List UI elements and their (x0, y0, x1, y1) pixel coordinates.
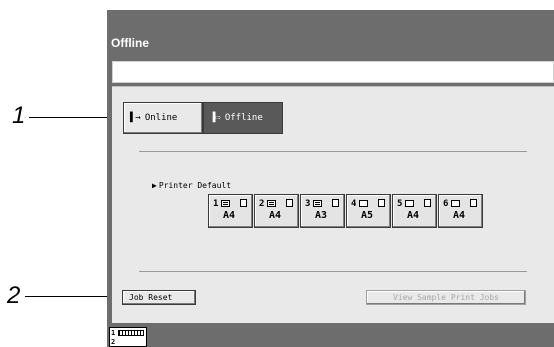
job-reset-button[interactable]: Job Reset (122, 290, 196, 305)
paper-stack-icon (267, 200, 276, 207)
paper-stack-icon (359, 200, 368, 207)
divider-top (139, 151, 527, 152)
paper-stack-icon (405, 200, 414, 207)
tray-status-number-1: 1 (111, 329, 116, 337)
paper-orientation-icon (286, 199, 293, 207)
printer-panel: Offline ▌→ Online ▐⇨ Offline ▶ Printer De… (107, 10, 554, 347)
offline-button[interactable]: ▐⇨ Offline (203, 102, 283, 134)
paper-orientation-icon (470, 199, 477, 207)
tray-size: A3 (315, 210, 328, 221)
tray-buttons: 1 A4 2 A4 3 A3 4 A5 5 A4 6 A4 (208, 194, 483, 228)
tray-size: A4 (269, 210, 282, 221)
paper-stack-icon (313, 200, 322, 207)
online-button[interactable]: ▌→ Online (123, 102, 203, 134)
tray-number: 5 (397, 199, 403, 209)
printer-default-label: Printer Default (158, 181, 232, 190)
tray-number: 1 (213, 199, 219, 209)
tray-size: A4 (407, 210, 420, 221)
offline-icon: ▐⇨ (210, 113, 221, 123)
tray-size: A4 (223, 210, 236, 221)
tray-button-2[interactable]: 2 A4 (254, 194, 299, 228)
online-icon: ▌→ (130, 113, 141, 123)
tray-status-indicator: 1 2 (109, 327, 147, 347)
window-title: Offline (111, 36, 149, 50)
tray-status-number-2: 2 (111, 338, 116, 346)
tray-size: A5 (361, 210, 374, 221)
paper-orientation-icon (332, 199, 339, 207)
status-footer: 1 2 (107, 324, 554, 347)
view-sample-print-jobs-button[interactable]: View Sample Print Jobs (366, 290, 526, 305)
callout-1: 1 (12, 102, 26, 129)
tray-number: 2 (259, 199, 265, 209)
tray-size: A4 (453, 210, 466, 221)
tray-button-6[interactable]: 6 A4 (438, 194, 483, 228)
online-button-label: Online (144, 113, 178, 123)
paper-orientation-icon (240, 199, 247, 207)
offline-button-label: Offline (224, 113, 263, 123)
tray-number: 6 (443, 199, 449, 209)
title-bar: Offline (107, 32, 554, 56)
tray-button-1[interactable]: 1 A4 (208, 194, 253, 228)
message-bar (112, 61, 554, 83)
printer-default-heading: ▶ Printer Default (152, 181, 231, 190)
tray-number: 3 (305, 199, 311, 209)
tray-number: 4 (351, 199, 357, 209)
paper-stack-icon (451, 200, 460, 207)
tray-button-5[interactable]: 5 A4 (392, 194, 437, 228)
callout-2: 2 (7, 282, 21, 309)
triangle-right-icon: ▶ (152, 181, 157, 190)
paper-stack-icon (221, 200, 230, 207)
tray-button-3[interactable]: 3 A3 (300, 194, 345, 228)
paper-level-icon (118, 330, 144, 336)
paper-orientation-icon (378, 199, 385, 207)
main-area: ▌→ Online ▐⇨ Offline ▶ Printer Default 1 … (112, 86, 554, 323)
paper-orientation-icon (424, 199, 431, 207)
divider-bottom (139, 271, 527, 272)
tray-button-4[interactable]: 4 A5 (346, 194, 391, 228)
